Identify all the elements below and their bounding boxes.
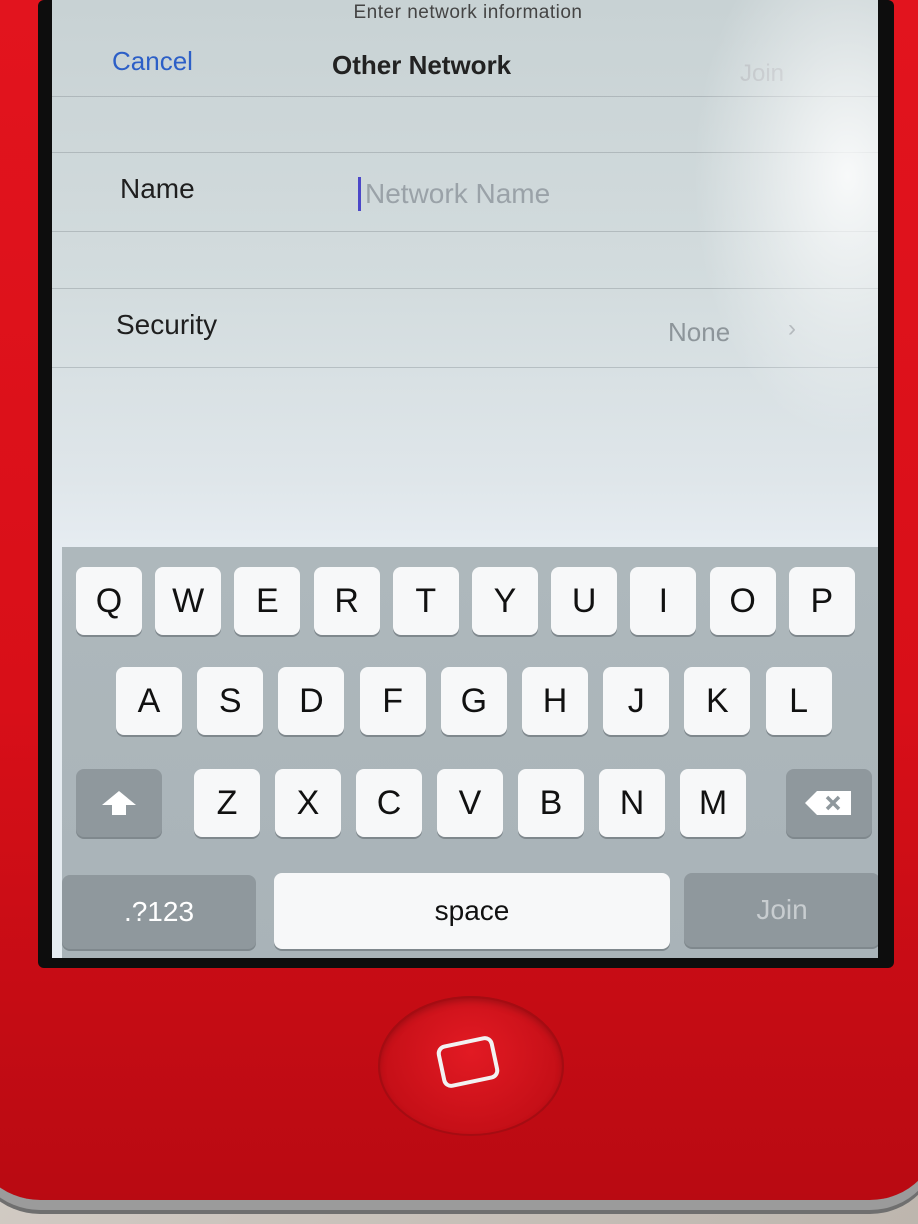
shift-key[interactable]	[76, 769, 162, 837]
home-button[interactable]	[378, 996, 564, 1136]
key-o[interactable]: O	[709, 567, 776, 635]
security-row[interactable]: Security None ›	[52, 288, 878, 368]
key-p[interactable]: P	[788, 567, 855, 635]
numbers-key[interactable]: .?123	[62, 875, 256, 949]
page-title: Other Network	[332, 50, 512, 80]
keyboard: QWERTYUIOP ASDFGHJKL ZXCVBNM .?123 space…	[62, 547, 878, 958]
name-label: Name	[120, 173, 195, 204]
key-b[interactable]: B	[518, 769, 584, 837]
key-i[interactable]: I	[630, 567, 697, 635]
chevron-right-icon: ›	[788, 315, 796, 342]
home-square-icon	[435, 1034, 501, 1090]
navigation-bar: Cancel Other Network Join	[52, 40, 878, 97]
key-l[interactable]: L	[765, 667, 832, 735]
space-key[interactable]: space	[274, 873, 670, 949]
key-w[interactable]: W	[155, 567, 222, 635]
key-k[interactable]: K	[684, 667, 751, 735]
key-v[interactable]: V	[437, 769, 503, 837]
key-u[interactable]: U	[551, 567, 618, 635]
key-c[interactable]: C	[356, 769, 422, 837]
phone-display: Enter network information Cancel Other N…	[52, 0, 878, 958]
key-q[interactable]: Q	[76, 567, 142, 635]
join-button[interactable]: Join	[740, 60, 784, 88]
key-j[interactable]: J	[603, 667, 670, 735]
key-t[interactable]: T	[392, 567, 459, 635]
keyboard-join-key[interactable]: Join	[684, 873, 878, 947]
backspace-key[interactable]	[786, 769, 872, 837]
backspace-icon	[805, 791, 851, 815]
network-prompt: Enter network information	[353, 2, 583, 23]
key-d[interactable]: D	[278, 667, 345, 735]
key-s[interactable]: S	[197, 667, 264, 735]
name-row: Name	[52, 152, 878, 232]
security-label: Security	[116, 309, 218, 340]
key-z[interactable]: Z	[194, 769, 260, 837]
key-f[interactable]: F	[359, 667, 426, 735]
key-e[interactable]: E	[234, 567, 301, 635]
shift-arrow-icon	[102, 791, 136, 815]
network-name-input[interactable]	[358, 177, 745, 211]
security-value: None	[668, 317, 731, 347]
key-y[interactable]: Y	[472, 567, 538, 635]
cancel-button[interactable]: Cancel	[112, 46, 193, 77]
key-a[interactable]: A	[116, 667, 182, 735]
key-x[interactable]: X	[275, 769, 341, 837]
key-h[interactable]: H	[522, 667, 588, 735]
key-r[interactable]: R	[313, 567, 380, 635]
key-m[interactable]: M	[680, 769, 746, 837]
key-g[interactable]: G	[440, 667, 507, 735]
key-n[interactable]: N	[599, 769, 665, 837]
